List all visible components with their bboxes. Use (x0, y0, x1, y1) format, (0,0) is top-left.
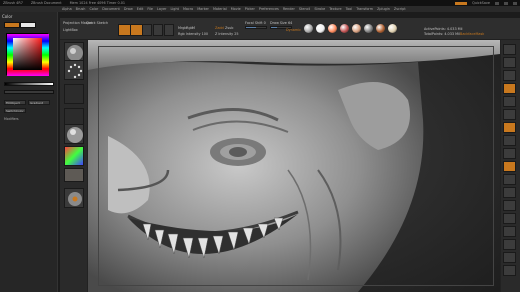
right-shelf-solo[interactable] (503, 252, 516, 263)
lightbox-label[interactable]: LightBox (63, 28, 78, 32)
right-shelf-zoom[interactable] (503, 83, 516, 94)
menu-material[interactable]: Material (213, 7, 227, 11)
minimize-icon[interactable] (495, 1, 499, 5)
menu-picker[interactable]: Picker (245, 7, 255, 11)
right-shelf-aahalf[interactable] (503, 109, 516, 120)
menu-render[interactable]: Render (283, 7, 295, 11)
material-matcap-button[interactable] (64, 124, 84, 144)
dynamic-button[interactable]: Dynamic (286, 28, 301, 32)
right-shelf-spix-3[interactable] (503, 57, 516, 68)
rotate-button[interactable] (164, 24, 174, 36)
right-shelf-scroll[interactable] (503, 70, 516, 81)
matcap-swatch[interactable] (340, 24, 349, 33)
menu-tool[interactable]: Tool (346, 7, 353, 11)
dots-stroke-icon (67, 63, 83, 79)
gradient-swatch-button[interactable] (64, 168, 84, 182)
menu-bar: Alpha Brush Color Document Draw Edit File Layer… (0, 6, 520, 12)
focal-shift-slider[interactable] (245, 26, 267, 29)
zsub-button[interactable]: Zsub (225, 26, 233, 30)
color-slider[interactable] (4, 90, 54, 94)
saturation-value-box[interactable] (13, 38, 42, 70)
fill-object-button[interactable]: FillObject (4, 100, 26, 105)
right-shelf-bpr[interactable] (503, 44, 516, 55)
active-points-label: ActivePoints: 4.033 Mil (424, 27, 463, 31)
right-shelf-move[interactable] (503, 187, 516, 198)
right-shelf-l-sym[interactable] (503, 161, 516, 172)
material-sphere-icon (68, 192, 82, 206)
switch-color-button[interactable]: SwitchColor (4, 108, 26, 113)
matcap-swatch[interactable] (364, 24, 373, 33)
focal-shift-label[interactable]: Focal Shift 0 (245, 21, 266, 25)
right-shelf-polyf[interactable] (503, 226, 516, 237)
modifiers-label[interactable]: Modifiers (4, 117, 19, 121)
quick-sketch-label[interactable]: Quick Sketch (86, 21, 108, 25)
right-shelf-actual[interactable] (503, 96, 516, 107)
right-shelf-scale[interactable] (503, 200, 516, 211)
matcap-swatch[interactable] (316, 24, 325, 33)
matcap-swatch[interactable] (388, 24, 397, 33)
right-shelf-xpose[interactable] (503, 265, 516, 276)
draw-size-label[interactable]: Draw Size 64 (270, 21, 292, 25)
right-shelf-local[interactable] (503, 148, 516, 159)
brush-standard-button[interactable] (64, 42, 84, 62)
scale-button[interactable] (153, 24, 163, 36)
secondary-color-swatch[interactable] (20, 22, 36, 28)
menu-stroke[interactable]: Stroke (314, 7, 325, 11)
menu-movie[interactable]: Movie (231, 7, 241, 11)
quicksave-label: QuickSave (472, 1, 490, 5)
color-palette-header[interactable]: Color (2, 14, 56, 19)
matcap-swatch[interactable] (304, 24, 313, 33)
matcap-sphere-icon (67, 127, 83, 143)
canvas-frame (98, 46, 494, 286)
right-shelf-persp[interactable] (503, 122, 516, 133)
matcap-swatch[interactable] (328, 24, 337, 33)
menu-preferences[interactable]: Preferences (259, 7, 279, 11)
color-swatch-button[interactable] (64, 146, 84, 166)
menu-light[interactable]: Light (170, 7, 178, 11)
close-icon[interactable] (513, 1, 517, 5)
menu-alpha[interactable]: Alpha (62, 7, 72, 11)
gradient-slider[interactable] (4, 82, 54, 86)
menu-marker[interactable]: Marker (197, 7, 209, 11)
menu-zplugin[interactable]: Zplugin (377, 7, 390, 11)
memory-info: Mem 1024 Free 4096 Timer 0.01 (69, 1, 126, 5)
right-shelf-rotate[interactable] (503, 213, 516, 224)
total-points-label: TotalPoints: 4.033 Mil (424, 32, 460, 36)
right-shelf-transp[interactable] (503, 239, 516, 250)
menu-macro[interactable]: Macro (183, 7, 193, 11)
m-button[interactable]: M (192, 26, 195, 30)
right-shelf-frame[interactable] (503, 174, 516, 185)
main-color-swatch[interactable] (4, 22, 20, 28)
stroke-dots-button[interactable] (64, 60, 84, 80)
app-title: ZBrush 4R7 (3, 1, 23, 5)
quicksave-button[interactable] (455, 1, 468, 5)
menu-edit[interactable]: Edit (137, 7, 144, 11)
menu-layer[interactable]: Layer (157, 7, 166, 11)
rgb-intensity-label[interactable]: Rgb Intensity 100 (178, 32, 208, 36)
maximize-icon[interactable] (504, 1, 508, 5)
menu-brush[interactable]: Brush (76, 7, 86, 11)
matcap-swatch[interactable] (376, 24, 385, 33)
menu-transform[interactable]: Transform (356, 7, 373, 11)
menu-color[interactable]: Color (89, 7, 98, 11)
zadd-button[interactable]: Zadd (215, 26, 224, 30)
backface-mask-label[interactable]: BackfaceMask (460, 32, 484, 36)
menu-draw[interactable]: Draw (124, 7, 133, 11)
material-sphere-button[interactable] (64, 188, 84, 208)
menu-texture[interactable]: Texture (329, 7, 341, 11)
move-button[interactable] (142, 24, 152, 36)
menu-stencil[interactable]: Stencil (299, 7, 310, 11)
menu-zscript[interactable]: Zscript (394, 7, 406, 11)
gradient-button[interactable]: Gradient (28, 100, 50, 105)
menu-document[interactable]: Document (102, 7, 120, 11)
document-title: ZBrush Document (30, 1, 62, 5)
right-shelf-floor[interactable] (503, 135, 516, 146)
alpha-off-button[interactable] (64, 84, 84, 104)
z-intensity-label[interactable]: Z Intensity 25 (215, 32, 239, 36)
matcap-row (304, 24, 397, 33)
menu-file[interactable]: File (147, 7, 153, 11)
matcap-swatch[interactable] (352, 24, 361, 33)
